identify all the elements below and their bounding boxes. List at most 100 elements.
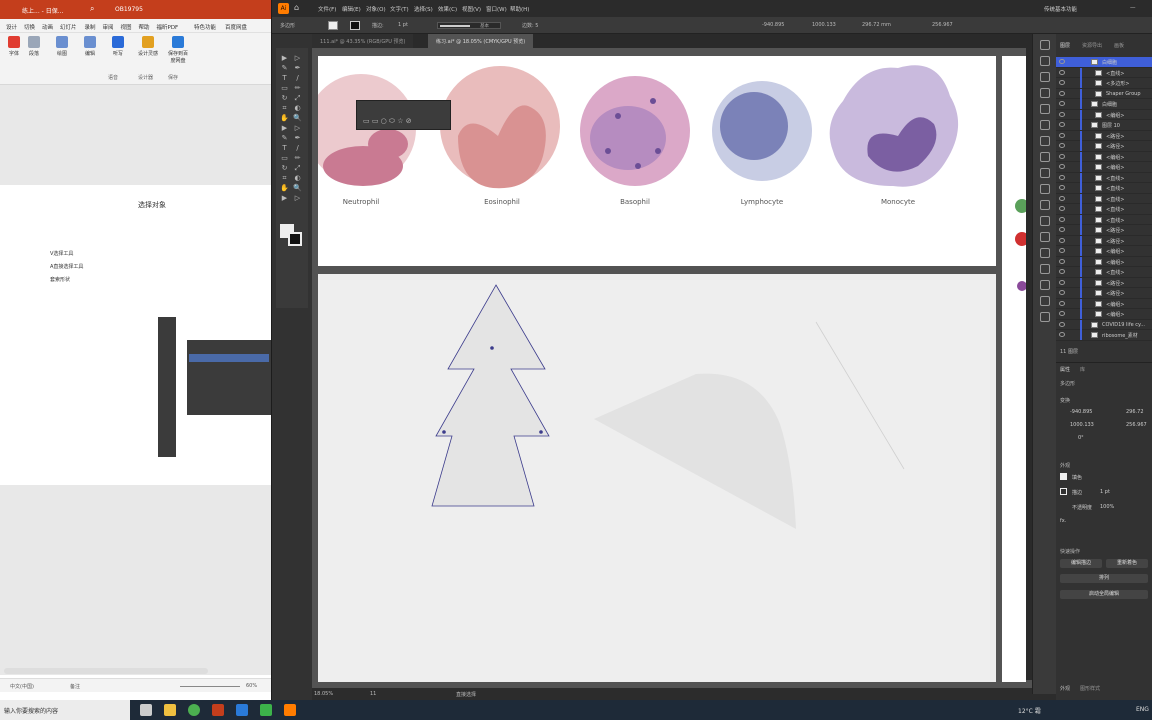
tab-graphic-styles[interactable]: 图形样式 xyxy=(1080,685,1100,692)
tool-icon[interactable]: / xyxy=(293,74,302,83)
ai-menu-item[interactable]: 窗口(W) xyxy=(486,5,507,13)
fill-swatch[interactable] xyxy=(328,21,338,30)
layer-row[interactable]: <编组> xyxy=(1056,162,1152,173)
props-x[interactable]: -940.895 xyxy=(1070,409,1092,415)
notes-button[interactable]: 备注 xyxy=(70,683,80,690)
panel-icon[interactable] xyxy=(1040,248,1050,258)
arrange-button[interactable]: 排列 xyxy=(1060,574,1148,583)
layer-row[interactable]: <路径> xyxy=(1056,288,1152,299)
tool-icon[interactable]: ▶ xyxy=(280,124,289,133)
window-minimize-icon[interactable]: — xyxy=(1130,5,1136,11)
tool-icon[interactable]: ✏ xyxy=(293,154,302,163)
ribbon-button[interactable]: 编辑 xyxy=(78,36,102,57)
tool-icon[interactable]: ▶ xyxy=(280,54,289,63)
stroke-profile[interactable]: 基本 xyxy=(437,22,501,29)
workspace-switcher[interactable]: 传统基本功能 xyxy=(1044,5,1077,13)
layer-row[interactable]: <直线> xyxy=(1056,183,1152,194)
tab-artboards[interactable]: 画板 xyxy=(1114,42,1124,49)
visibility-eye-icon[interactable] xyxy=(1059,132,1065,138)
artboard-shapes[interactable] xyxy=(318,274,996,682)
ppt-account[interactable]: OB19795 xyxy=(115,6,143,13)
layer-row[interactable]: Shaper Group xyxy=(1056,88,1152,99)
visibility-eye-icon[interactable] xyxy=(1059,237,1065,243)
tool-icon[interactable]: 🔍 xyxy=(293,184,302,193)
layer-row[interactable]: ribosome_素材 xyxy=(1056,330,1152,341)
layer-row[interactable]: COVID19 life cy... xyxy=(1056,319,1152,330)
tool-icon[interactable]: ✏ xyxy=(293,84,302,93)
ppt-slide[interactable]: 选择对象 V选择工具 A直接选择工具 套索形状 xyxy=(0,185,271,485)
panel-icon[interactable] xyxy=(1040,88,1050,98)
panel-icon[interactable] xyxy=(1040,312,1050,322)
tool-icon[interactable]: ⌗ xyxy=(280,174,289,183)
visibility-eye-icon[interactable] xyxy=(1059,164,1065,169)
ppt-tab[interactable]: 动画 xyxy=(42,23,53,31)
ppt-tab[interactable]: 百度网盘 xyxy=(225,23,247,31)
tool-icon[interactable]: ⤢ xyxy=(293,94,302,103)
panel-icon[interactable] xyxy=(1040,216,1050,226)
layer-row[interactable]: <直线> xyxy=(1056,267,1152,278)
panel-icon[interactable] xyxy=(1040,152,1050,162)
input-language[interactable]: ENG xyxy=(1136,706,1149,713)
ai-zoom[interactable]: 18.05% xyxy=(314,691,333,697)
ai-menu-item[interactable]: 编辑(E) xyxy=(342,5,361,13)
tool-icon[interactable]: 🔍 xyxy=(293,114,302,123)
tool-icon[interactable]: / xyxy=(293,144,302,153)
ppt-tab[interactable]: 切换 xyxy=(24,23,35,31)
stroke-swatch[interactable] xyxy=(350,21,360,30)
ai-menu-item[interactable]: 视图(V) xyxy=(462,5,481,13)
layer-row[interactable]: <编组> xyxy=(1056,256,1152,267)
visibility-eye-icon[interactable] xyxy=(1059,122,1065,127)
visibility-eye-icon[interactable] xyxy=(1059,300,1065,306)
tool-icon[interactable]: T xyxy=(280,74,289,83)
layer-row[interactable]: <直线> xyxy=(1056,204,1152,215)
ctrl-h[interactable]: 256.967 xyxy=(932,22,953,28)
tool-icon[interactable]: ✎ xyxy=(280,64,289,73)
layer-row[interactable]: <编组> xyxy=(1056,298,1152,309)
panel-icon[interactable] xyxy=(1040,280,1050,290)
visibility-eye-icon[interactable] xyxy=(1059,206,1065,211)
layer-row[interactable]: <路径> xyxy=(1056,235,1152,246)
visibility-eye-icon[interactable] xyxy=(1059,279,1065,285)
tool-icon[interactable]: ↻ xyxy=(280,94,289,103)
panel-icon[interactable] xyxy=(1040,40,1050,50)
illustrator-taskbar-icon[interactable] xyxy=(284,704,296,716)
shaper-floating-panel[interactable]: ▭ ▭ ○ ⬭ ☆ ⊘ xyxy=(356,100,451,130)
visibility-eye-icon[interactable] xyxy=(1059,143,1065,148)
panel-icon[interactable] xyxy=(1040,120,1050,130)
tab-asset-export[interactable]: 资源导出 xyxy=(1082,42,1102,49)
visibility-eye-icon[interactable] xyxy=(1059,80,1065,85)
layer-row[interactable]: <编组> xyxy=(1056,246,1152,257)
props-angle[interactable]: 0° xyxy=(1078,435,1084,441)
ai-menu-item[interactable]: 文件(F) xyxy=(318,5,336,13)
tool-icon[interactable]: ▭ xyxy=(280,154,289,163)
weather-widget[interactable]: 12°C 霜 xyxy=(1018,706,1041,715)
props-w[interactable]: 296.72 xyxy=(1126,409,1144,415)
visibility-eye-icon[interactable] xyxy=(1059,258,1065,264)
ppt-tab[interactable]: 特色功能 xyxy=(194,23,216,31)
ribbon-button[interactable]: 听写 xyxy=(106,36,130,57)
panel-icon[interactable] xyxy=(1040,200,1050,210)
app-icon[interactable] xyxy=(236,704,248,716)
props-stroke-value[interactable]: 1 pt xyxy=(1100,489,1110,495)
visibility-eye-icon[interactable] xyxy=(1059,185,1065,190)
panel-icon[interactable] xyxy=(1040,184,1050,194)
panel-icon[interactable] xyxy=(1040,168,1050,178)
props-fill-swatch[interactable] xyxy=(1060,473,1067,480)
visibility-eye-icon[interactable] xyxy=(1059,311,1065,316)
panel-icon[interactable] xyxy=(1040,72,1050,82)
visibility-eye-icon[interactable] xyxy=(1059,90,1065,96)
panel-icon[interactable] xyxy=(1040,264,1050,274)
tool-icon[interactable]: ✒ xyxy=(293,134,302,143)
layer-row[interactable]: <编组> xyxy=(1056,109,1152,120)
ctrl-y[interactable]: 1000.133 xyxy=(812,22,836,28)
visibility-eye-icon[interactable] xyxy=(1059,332,1065,337)
ribbon-button[interactable]: 保存到百度网盘 xyxy=(166,36,190,64)
panel-icon[interactable] xyxy=(1040,232,1050,242)
layer-row[interactable]: <路径> xyxy=(1056,141,1152,152)
ribbon-button[interactable]: 绘图 xyxy=(50,36,74,57)
tab-properties[interactable]: 属性 xyxy=(1060,366,1070,373)
shape-tool-icons[interactable]: ▭ ▭ ○ ⬭ ☆ ⊘ xyxy=(363,117,412,126)
tool-icon[interactable]: ✎ xyxy=(280,134,289,143)
ppt-tab[interactable]: 视图 xyxy=(121,23,132,31)
tool-icon[interactable]: ↻ xyxy=(280,164,289,173)
